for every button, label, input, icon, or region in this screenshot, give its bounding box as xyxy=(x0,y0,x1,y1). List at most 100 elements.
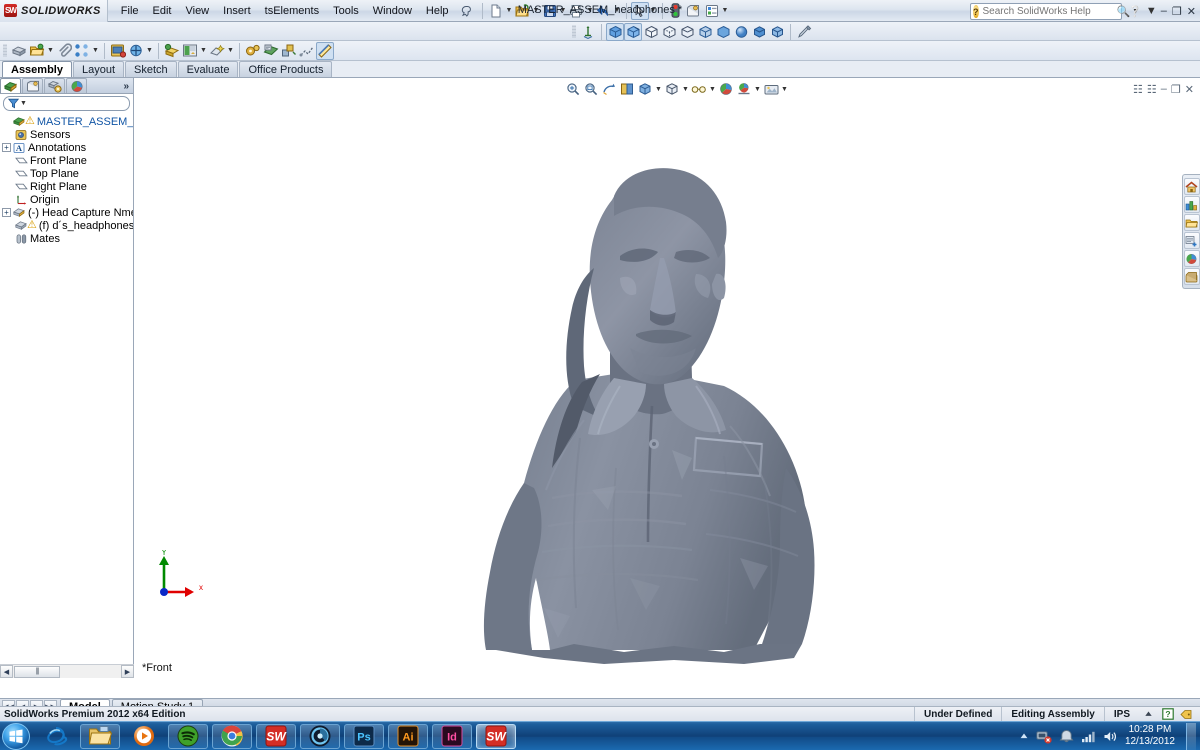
toolbar-grip[interactable] xyxy=(3,44,7,57)
reference-geometry-icon-button[interactable] xyxy=(208,42,226,60)
blue-sphere-icon-button[interactable] xyxy=(732,23,750,41)
insert-component-icon-button[interactable] xyxy=(10,42,28,60)
menu-edit[interactable]: Edit xyxy=(146,2,179,20)
glasses-icon-button[interactable] xyxy=(690,80,708,98)
restore-icon[interactable]: ❐ xyxy=(1171,83,1181,96)
scene-icon-button[interactable] xyxy=(735,80,753,98)
hidden-lines-cube-icon-button[interactable] xyxy=(660,23,678,41)
scrollbar-thumb[interactable]: ||| xyxy=(14,665,60,678)
appearances-sphere-icon-button[interactable] xyxy=(1183,250,1200,267)
new-document-button[interactable] xyxy=(487,2,505,20)
view-settings-icon-button[interactable] xyxy=(762,80,780,98)
customize-menu-caret[interactable]: ▼ xyxy=(721,2,730,20)
previous-view-icon-button[interactable] xyxy=(600,80,618,98)
exploded-view-icon-button[interactable] xyxy=(280,42,298,60)
taskbar-photoshop[interactable]: Ps xyxy=(344,723,384,749)
taskbar-illustrator[interactable]: Ai xyxy=(388,723,428,749)
wireframe-cube-icon-button[interactable] xyxy=(642,23,660,41)
tab-evaluate[interactable]: Evaluate xyxy=(177,61,239,77)
explode-line-icon-button[interactable] xyxy=(298,42,316,60)
display-style-icon-button[interactable] xyxy=(663,80,681,98)
taskbar-windows-media-player[interactable] xyxy=(124,724,164,749)
taskbar-windows-explorer[interactable] xyxy=(80,723,120,749)
zoom-fit-icon-button[interactable] xyxy=(564,80,582,98)
undo-button[interactable] xyxy=(595,2,613,20)
taskbar-google-chrome[interactable] xyxy=(212,723,252,749)
motion-study-icon-button[interactable] xyxy=(244,42,262,60)
scroll-right-icon[interactable]: ▶ xyxy=(121,665,134,678)
tab-sketch[interactable]: Sketch xyxy=(125,61,177,77)
assembly-feature-icon-button[interactable] xyxy=(181,42,199,60)
feature-tree-icon-tab[interactable] xyxy=(0,78,21,93)
tree-item-sensors[interactable]: Sensors xyxy=(2,128,133,141)
tree-item-headphones-part[interactable]: ⚠ (f) d´s_headphones_02< xyxy=(2,219,133,232)
edit-component-icon-button[interactable] xyxy=(28,42,46,60)
tag-icon[interactable] xyxy=(1180,708,1193,721)
tile-v-icon[interactable]: ☷ xyxy=(1147,83,1157,96)
taskbar-spotify[interactable] xyxy=(168,723,208,749)
chevron-up-icon[interactable] xyxy=(1019,732,1029,740)
taskbar-indesign[interactable]: Id xyxy=(432,723,472,749)
tree-item-annotations[interactable]: + A Annotations xyxy=(2,141,133,154)
scroll-left-icon[interactable]: ◀ xyxy=(0,665,13,678)
edit-component-caret[interactable]: ▼ xyxy=(46,42,55,60)
paint-brush-icon-button[interactable] xyxy=(795,23,813,41)
blue-cube-light-icon-button[interactable] xyxy=(768,23,786,41)
tile-h-icon[interactable]: ☷ xyxy=(1133,83,1143,96)
interference-icon-button[interactable] xyxy=(316,41,334,60)
chevron-up-icon[interactable] xyxy=(1142,708,1155,721)
customize-menu-button[interactable] xyxy=(703,2,721,20)
scrollbar-track[interactable] xyxy=(61,665,121,678)
help-search-box[interactable]: ? 🔍 ▼ xyxy=(970,3,1139,20)
options-button[interactable] xyxy=(685,2,703,20)
section-axis-icon-button[interactable] xyxy=(579,23,597,41)
tab-layout[interactable]: Layout xyxy=(72,61,125,77)
tab-assembly[interactable]: Assembly xyxy=(2,61,72,77)
reference-geometry-caret[interactable]: ▼ xyxy=(226,42,235,60)
home-house-icon-button[interactable] xyxy=(1183,178,1200,195)
select-caret[interactable]: ▼ xyxy=(649,2,658,20)
taskbar-solidworks[interactable]: SW xyxy=(256,723,296,749)
undo-caret[interactable]: ▼ xyxy=(613,2,622,20)
component-pattern-icon-button[interactable] xyxy=(73,42,91,60)
windows-start-orb[interactable] xyxy=(2,722,30,750)
tree-expander-plus[interactable]: + xyxy=(2,143,11,152)
search-input[interactable] xyxy=(980,5,1117,18)
tree-item-head-capture[interactable]: + (-) Head Capture Nmero 2- xyxy=(2,206,133,219)
menu-view[interactable]: View xyxy=(178,2,216,20)
view-settings-caret[interactable]: ▼ xyxy=(780,80,789,98)
taskbar-keyshot[interactable] xyxy=(300,723,340,749)
minimize-icon[interactable]: – xyxy=(1161,5,1167,17)
shaded-cube-icon-button[interactable] xyxy=(714,23,732,41)
save-document-button[interactable] xyxy=(541,2,559,20)
move-component-icon-button[interactable] xyxy=(127,42,145,60)
rebuild-button[interactable] xyxy=(667,2,685,20)
feature-tree-horizontal-scrollbar[interactable]: ◀ ||| ▶ xyxy=(0,664,134,678)
tree-item-mates[interactable]: Mates xyxy=(2,232,133,245)
help-caret[interactable]: ▼ xyxy=(1146,2,1157,20)
search-panel-icon-button[interactable] xyxy=(1183,232,1200,249)
taskbar-solidworks-active[interactable]: SW xyxy=(476,723,516,749)
view-orientation-caret[interactable]: ▼ xyxy=(654,80,663,98)
mate-paperclip-icon-button[interactable] xyxy=(55,42,73,60)
scenes-box-icon-button[interactable] xyxy=(1183,268,1200,285)
restore-icon[interactable]: ❐ xyxy=(1172,5,1182,18)
print-document-caret[interactable]: ▼ xyxy=(586,2,595,20)
shaded-edges-cube-icon-button[interactable] xyxy=(696,23,714,41)
hlr-cube-icon-button[interactable] xyxy=(678,23,696,41)
hide-show-caret[interactable]: ▼ xyxy=(708,80,717,98)
apply-scene-caret[interactable]: ▼ xyxy=(753,80,762,98)
display-manager-icon-tab[interactable] xyxy=(66,78,87,93)
signal-bars-icon[interactable] xyxy=(1081,730,1096,743)
tree-item-origin[interactable]: Origin xyxy=(2,193,133,206)
open-document-button[interactable] xyxy=(514,2,532,20)
volume-speaker-icon[interactable] xyxy=(1103,730,1118,743)
blue-cube-shaded-icon-button[interactable] xyxy=(750,23,768,41)
head-capture-bust-mesh[interactable] xyxy=(424,138,864,668)
section-view-icon-button[interactable] xyxy=(618,80,636,98)
view-orientation-icon-button[interactable] xyxy=(636,80,654,98)
configuration-manager-icon-tab[interactable] xyxy=(44,78,65,93)
save-document-caret[interactable]: ▼ xyxy=(559,2,568,20)
close-icon[interactable]: ✕ xyxy=(1185,83,1194,96)
assembly-feature-caret[interactable]: ▼ xyxy=(199,42,208,60)
